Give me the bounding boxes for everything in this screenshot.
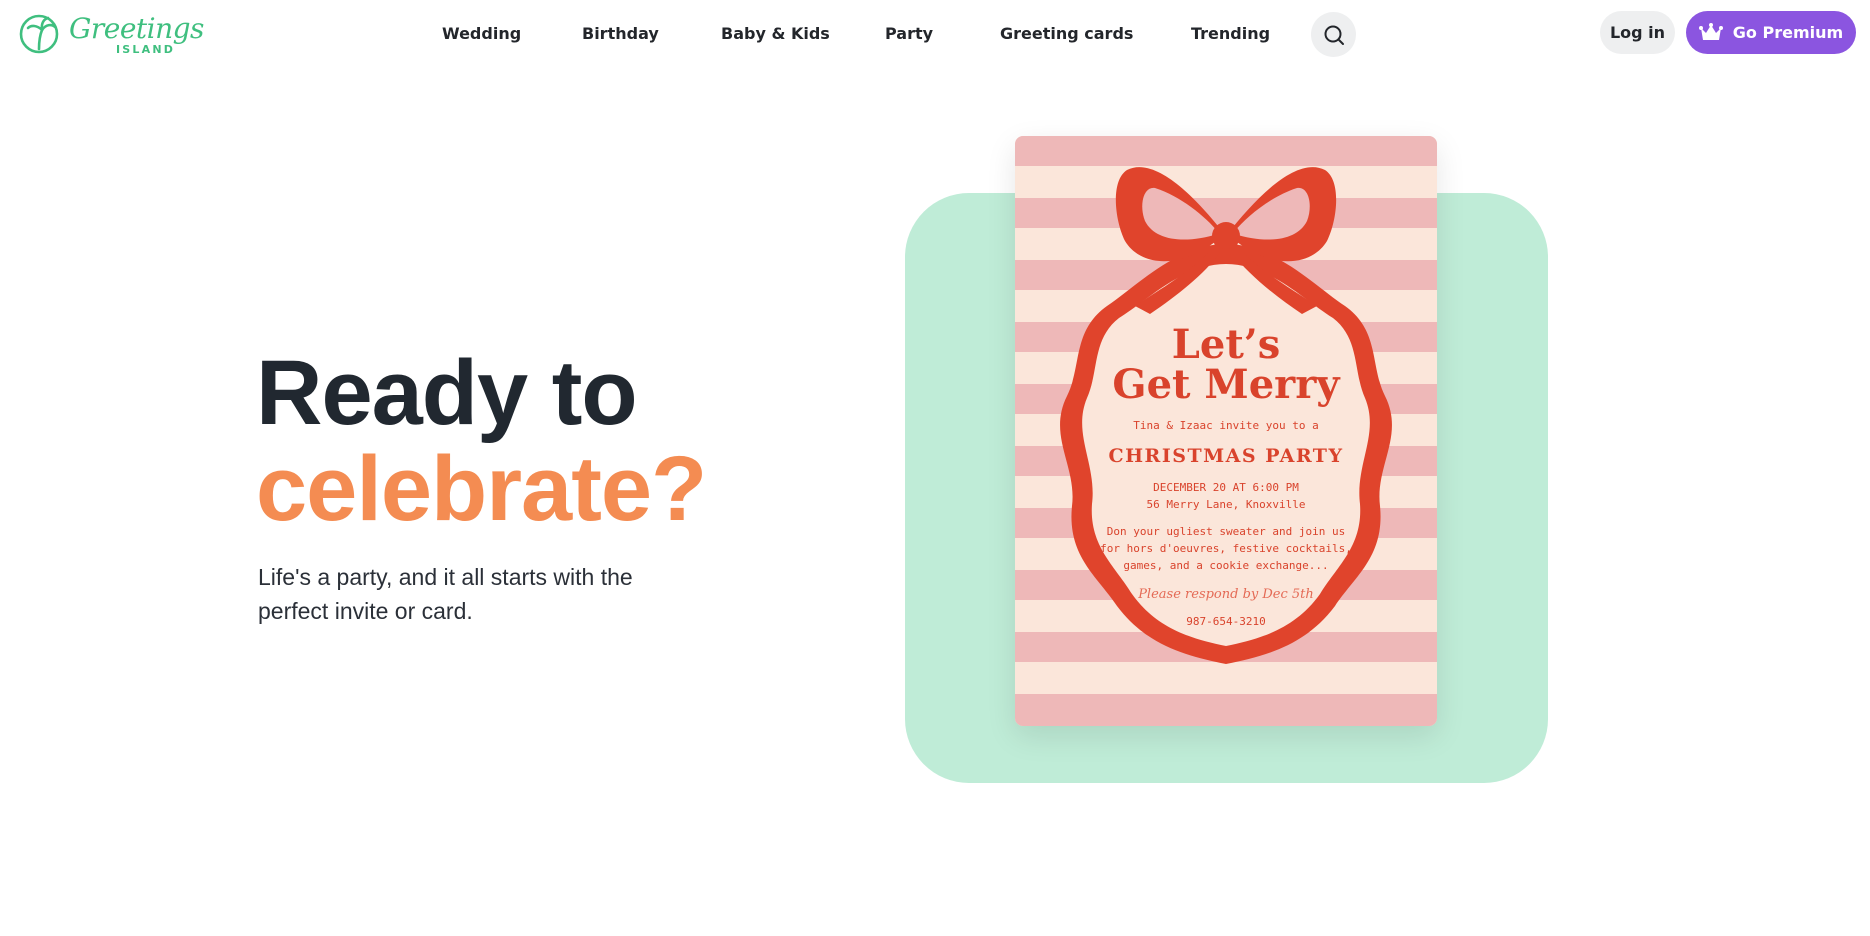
premium-label: Go Premium — [1732, 23, 1844, 42]
card-date-line: DECEMBER 20 AT 6:00 PM — [1153, 481, 1299, 494]
nav-item-baby-kids[interactable]: Baby & Kids — [721, 24, 830, 43]
crown-icon — [1698, 22, 1723, 40]
card-details-line3: games, and a cookie exchange... — [1123, 559, 1328, 572]
palm-tree-icon — [19, 14, 59, 54]
hero-title: Ready to celebrate? — [256, 342, 707, 540]
card-phone-line: 987-654-3210 — [1186, 615, 1265, 628]
search-button[interactable] — [1311, 12, 1356, 57]
nav-item-birthday[interactable]: Birthday — [582, 24, 659, 43]
card-address-line: 56 Merry Lane, Knoxville — [1147, 498, 1306, 511]
card-details-line1: Don your ugliest sweater and join us — [1107, 525, 1345, 538]
search-icon — [1324, 25, 1344, 45]
invitation-card-preview[interactable]: Let’s Get Merry Tina & Izaac invite you … — [1015, 136, 1437, 726]
nav-item-greeting-cards[interactable]: Greeting cards — [1000, 24, 1133, 43]
logo-script-text: Greetings — [69, 12, 204, 45]
logo-wordmark: Greetings ISLAND — [67, 10, 204, 56]
invitation-card-art: Let’s Get Merry Tina & Izaac invite you … — [1015, 136, 1437, 726]
logo-sub-text: ISLAND — [116, 43, 176, 56]
nav-item-wedding[interactable]: Wedding — [442, 24, 521, 43]
login-button[interactable]: Log in — [1600, 11, 1675, 54]
login-label: Log in — [1609, 23, 1666, 42]
hero-subtitle: Life's a party, and it all starts with t… — [258, 564, 633, 624]
card-headline-line2: Get Merry — [1112, 361, 1341, 408]
site-logo[interactable]: Greetings ISLAND — [19, 10, 204, 56]
card-event-name: CHRISTMAS PARTY — [1108, 445, 1343, 467]
hero-title-line1: Ready to — [256, 342, 638, 444]
nav-item-party[interactable]: Party — [885, 24, 933, 43]
card-invite-line: Tina & Izaac invite you to a — [1133, 419, 1318, 432]
go-premium-button[interactable]: Go Premium — [1686, 11, 1856, 54]
card-rsvp-line: Please respond by Dec 5th — [1137, 587, 1314, 602]
nav-item-trending[interactable]: Trending — [1191, 24, 1270, 43]
card-details-line2: for hors d'oeuvres, festive cocktails, — [1100, 542, 1352, 555]
site-header: Greetings ISLAND Wedding Birthday Baby &… — [0, 0, 1870, 66]
hero-title-line2: celebrate? — [256, 438, 707, 540]
